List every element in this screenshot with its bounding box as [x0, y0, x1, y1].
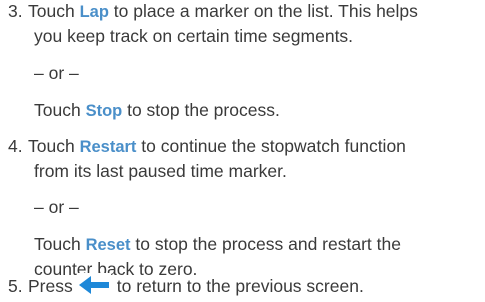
step-text: to place a marker on the list. This help…	[108, 1, 418, 21]
step-4-line-2: from its last paused time marker.	[34, 161, 287, 181]
or-separator: – or –	[34, 197, 79, 217]
step-number: 3.	[8, 1, 23, 21]
keyword-reset: Reset	[85, 236, 131, 254]
step-text: Touch	[28, 1, 80, 21]
step-text: to return to the previous screen.	[116, 276, 364, 296]
step-number: 4.	[8, 136, 23, 156]
step-3-line-1: 3. Touch Lap to place a marker on the lis…	[8, 0, 418, 23]
step-text: Touch	[34, 100, 86, 120]
keyword-restart: Restart	[79, 138, 137, 156]
step-text: Touch	[28, 136, 80, 156]
step-text: Press	[28, 276, 73, 296]
keyword-stop: Stop	[85, 102, 123, 120]
step-text: to continue the stopwatch function	[136, 136, 406, 156]
back-arrow-icon	[76, 273, 111, 298]
step-3-alt-line: Touch Stop to stop the process.	[34, 99, 280, 122]
or-separator: – or –	[34, 63, 79, 83]
step-text: Touch	[34, 234, 86, 254]
step-number: 5.	[8, 276, 23, 296]
step-3-line-2: you keep track on certain time segments.	[34, 26, 354, 46]
step-text: to stop the process and restart the	[130, 234, 401, 254]
keyword-lap: Lap	[79, 3, 109, 21]
step-text: to stop the process.	[122, 100, 280, 120]
step-4-alt-line-1: Touch Reset to stop the process and rest…	[34, 233, 401, 256]
step-4-line-1: 4. Touch Restart to continue the stopwatc…	[8, 135, 406, 158]
manual-page: 3. Touch Lap to place a marker on the lis…	[0, 0, 485, 298]
